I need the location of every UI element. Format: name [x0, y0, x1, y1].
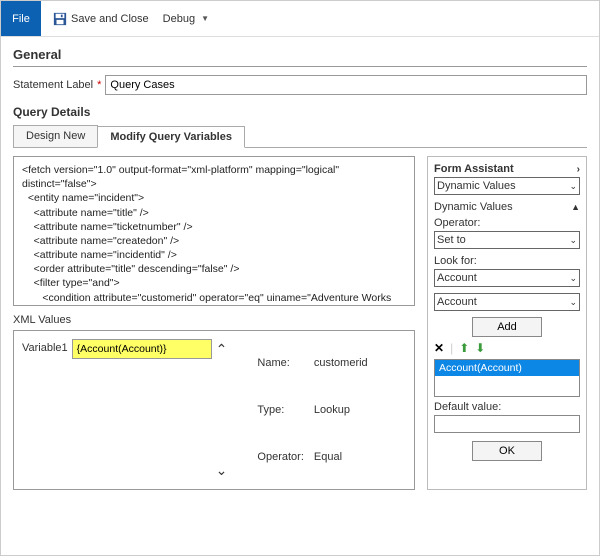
- variable1-label: Variable1: [22, 339, 68, 354]
- debug-dropdown[interactable]: Debug ▼: [163, 13, 209, 25]
- meta-type-label: Type:: [257, 388, 311, 433]
- ok-button[interactable]: OK: [472, 441, 542, 461]
- chevron-down-icon: ⌄: [569, 297, 577, 308]
- ribbon-actions: Save and Close Debug ▼: [41, 1, 221, 36]
- selected-item[interactable]: Account(Account): [435, 360, 579, 376]
- statement-label-text: Statement Label: [13, 79, 93, 91]
- scroll-down-icon[interactable]: ⌄: [216, 462, 228, 479]
- dynamic-values-section: Dynamic Values ▲: [434, 201, 580, 213]
- fetchxml-textarea[interactable]: <fetch version="1.0" output-format="xml-…: [13, 156, 415, 306]
- tab-design-new[interactable]: Design New: [13, 125, 98, 147]
- variable-meta: Name:customerid Type:Lookup Operator:Equ…: [255, 339, 369, 481]
- meta-operator-value: Equal: [314, 434, 368, 479]
- save-and-close-label: Save and Close: [71, 13, 149, 25]
- item-actions: ✕ | ⬆ ⬇: [434, 341, 580, 355]
- statement-label-row: Statement Label *: [13, 75, 587, 95]
- tab-body: <fetch version="1.0" output-format="xml-…: [13, 156, 587, 490]
- required-asterisk: *: [97, 79, 101, 91]
- save-and-close-button[interactable]: Save and Close: [53, 12, 149, 26]
- app-window: File Save and Close Debug ▼ General Stat…: [0, 0, 600, 556]
- form-assistant-title: Form Assistant: [434, 163, 514, 175]
- tab-modify-query-variables[interactable]: Modify Query Variables: [97, 126, 245, 148]
- meta-name-label: Name:: [257, 341, 311, 386]
- form-assistant-header: Form Assistant ›: [434, 163, 580, 177]
- scroll-up-icon[interactable]: ⌃: [216, 341, 228, 358]
- selected-items-box[interactable]: Account(Account): [434, 359, 580, 397]
- default-value-label: Default value:: [434, 401, 580, 413]
- chevron-down-icon: ▼: [201, 14, 209, 23]
- section-collapse-icon[interactable]: ▲: [571, 202, 580, 212]
- general-heading: General: [13, 47, 587, 67]
- xml-values-label: XML Values: [13, 314, 415, 326]
- collapse-icon[interactable]: ›: [577, 164, 580, 175]
- look-for-entity-dropdown[interactable]: Account ⌄: [434, 269, 580, 287]
- tabs: Design New Modify Query Variables: [13, 125, 587, 148]
- look-for-label: Look for:: [434, 255, 580, 267]
- content-area: General Statement Label * Query Details …: [1, 37, 599, 500]
- chevron-down-icon: ⌄: [569, 235, 577, 246]
- left-column: <fetch version="1.0" output-format="xml-…: [13, 156, 415, 490]
- chevron-down-icon: ⌄: [569, 273, 577, 284]
- dynamic-values-dropdown[interactable]: Dynamic Values ⌄: [434, 177, 580, 195]
- variable-row: Variable1: [22, 339, 212, 481]
- move-up-icon[interactable]: ⬆: [459, 341, 469, 355]
- query-details-heading: Query Details: [13, 105, 587, 119]
- default-value-input[interactable]: [434, 415, 580, 433]
- meta-type-value: Lookup: [314, 388, 368, 433]
- remove-icon[interactable]: ✕: [434, 341, 444, 355]
- xml-values-panel: Variable1 ⌃ ⌄ Name:customerid Type:Looku…: [13, 330, 415, 490]
- variable-scroll: ⌃ ⌄: [212, 339, 232, 481]
- meta-operator-label: Operator:: [257, 434, 311, 479]
- meta-name-value: customerid: [314, 341, 368, 386]
- ribbon: File Save and Close Debug ▼: [1, 1, 599, 37]
- operator-label: Operator:: [434, 217, 580, 229]
- file-tab[interactable]: File: [1, 1, 41, 36]
- operator-dropdown[interactable]: Set to ⌄: [434, 231, 580, 249]
- debug-label: Debug: [163, 13, 195, 25]
- chevron-down-icon: ⌄: [569, 181, 577, 192]
- form-assistant-panel: Form Assistant › Dynamic Values ⌄ Dynami…: [427, 156, 587, 490]
- save-icon: [53, 12, 67, 26]
- look-for-field-dropdown[interactable]: Account ⌄: [434, 293, 580, 311]
- move-down-icon[interactable]: ⬇: [475, 341, 485, 355]
- statement-label-input[interactable]: [105, 75, 587, 95]
- variable1-input[interactable]: [72, 339, 212, 359]
- add-button[interactable]: Add: [472, 317, 542, 337]
